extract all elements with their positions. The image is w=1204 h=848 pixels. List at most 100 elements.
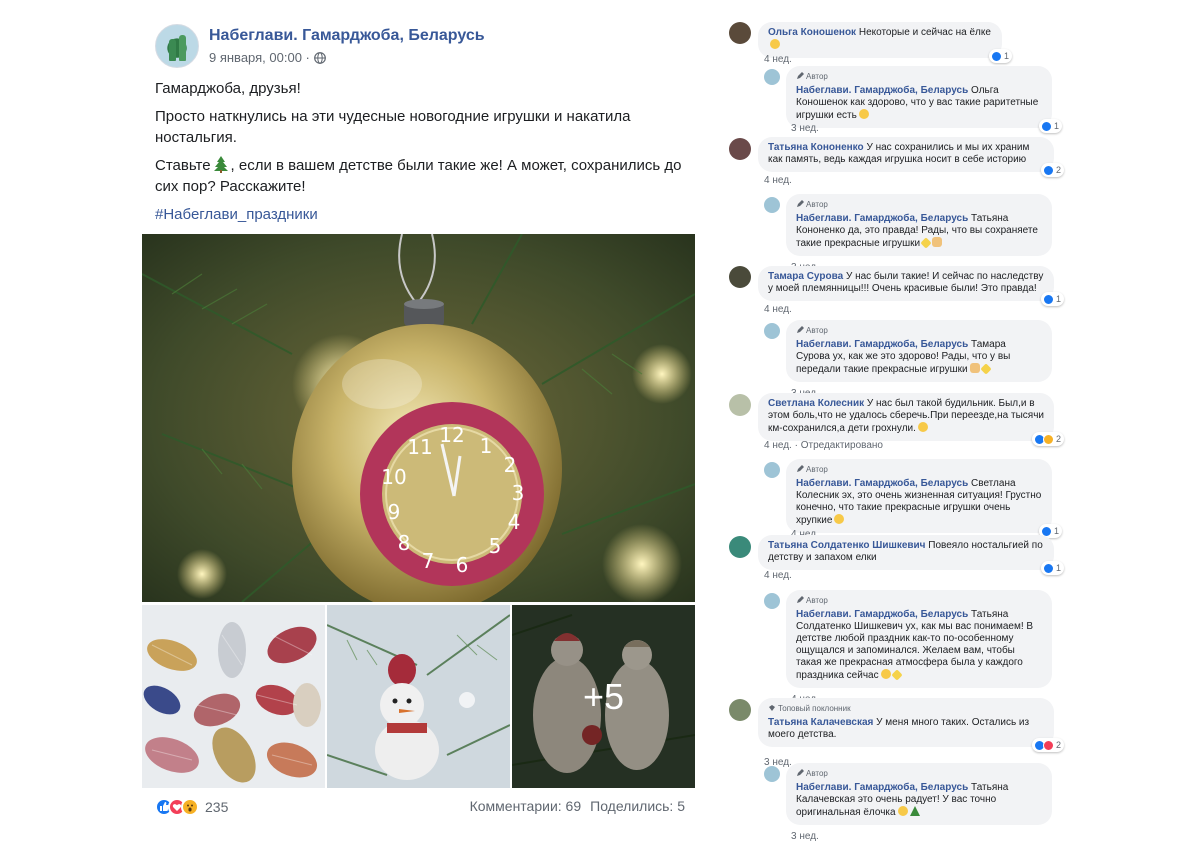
pen-icon (797, 769, 804, 776)
comment-reactions[interactable]: 2 (1040, 163, 1064, 177)
svg-text:12: 12 (439, 423, 464, 447)
comment-time[interactable]: 4 нед. (764, 570, 792, 581)
haha-icon (1042, 433, 1054, 445)
comment-time[interactable]: 3 нед. (791, 123, 819, 134)
commenter-avatar[interactable] (729, 536, 751, 558)
svg-text:2: 2 (504, 453, 517, 477)
more-photos-overlay[interactable]: +5 (512, 605, 695, 788)
top-fan-badge: Топовый поклонник (768, 703, 1044, 715)
smile-emoji-icon (880, 669, 891, 679)
like-icon (990, 50, 1002, 62)
comment-author[interactable]: Тамара Сурова (768, 271, 843, 282)
comment-time[interactable]: 3 нед. (791, 831, 819, 842)
commenter-avatar[interactable] (729, 266, 751, 288)
comment-reactions[interactable]: 2 (1031, 738, 1064, 752)
svg-text:9: 9 (388, 500, 401, 524)
photo-thumb-snowman[interactable] (327, 605, 510, 788)
reply-bubble: Автор Набеглави. Гамарджоба, Беларусь Св… (786, 459, 1062, 538)
sparkle-emoji-icon (979, 363, 992, 375)
commenter-avatar[interactable] (729, 394, 751, 416)
reply-bubble: Автор Набеглави. Гамарджоба, Беларусь Та… (786, 320, 1052, 382)
clock-ornament-photo: 12 12 345 678 91011 (142, 234, 695, 602)
comment-reactions[interactable]: 1 (1040, 292, 1064, 306)
wow-reaction-icon (181, 798, 199, 816)
comment-reactions[interactable]: 1 (1038, 119, 1062, 133)
page-avatar[interactable] (155, 24, 199, 68)
comment-text: Некоторые и сейчас на ёлке (858, 27, 991, 38)
comment-author[interactable]: Светлана Колесник (768, 398, 864, 409)
comment-author[interactable]: Татьяна Солдатенко Шишкевич (768, 540, 925, 551)
comment-bubble: Топовый поклонник Татьяна Калачевская У … (758, 698, 1064, 752)
comment-author[interactable]: Набеглави. Гамарджоба, Беларусь (796, 782, 968, 793)
clapping-emoji-icon (969, 363, 980, 373)
svg-text:10: 10 (381, 465, 406, 489)
love-icon (1042, 739, 1054, 751)
sad-emoji-icon (834, 514, 845, 524)
hashtag-link[interactable]: #Набеглави_праздники (155, 204, 682, 225)
svg-text:6: 6 (456, 553, 469, 577)
author-badge: Автор (796, 768, 1042, 780)
comment-time[interactable]: 4 нед. (764, 54, 792, 65)
page-avatar-small[interactable] (764, 69, 780, 85)
author-badge: Автор (796, 71, 1042, 83)
svg-text:4: 4 (508, 510, 521, 534)
comment-bubble: Тамара Сурова У нас были такие! И сейчас… (758, 266, 1064, 306)
photo-main[interactable]: 12 1 2 345 678 9 10 11 (142, 234, 695, 602)
post-footer: 235 Комментарии: 69 Поделились: 5 (155, 798, 685, 822)
comment-reactions[interactable]: 1 (1040, 561, 1064, 575)
comments-count-link[interactable]: Комментарии: 69 (470, 798, 582, 814)
pinecone-ornaments-photo (142, 605, 325, 788)
comment-author[interactable]: Набеглави. Гамарджоба, Беларусь (796, 85, 968, 96)
comment-reactions[interactable]: 1 (988, 49, 1012, 63)
comment-author[interactable]: Набеглави. Гамарджоба, Беларусь (796, 478, 968, 489)
comment-author[interactable]: Набеглави. Гамарджоба, Беларусь (796, 609, 968, 620)
reply-bubble: Автор Набеглави. Гамарджоба, Беларусь Та… (786, 194, 1052, 256)
page-avatar-small[interactable] (764, 766, 780, 782)
post-date[interactable]: 9 января, 00:00 · (209, 50, 310, 65)
svg-text:1: 1 (480, 434, 493, 458)
comment-time[interactable]: 4 нед. (764, 304, 792, 315)
comment-author[interactable]: Набеглави. Гамарджоба, Беларусь (796, 213, 968, 224)
post-header: Набеглави. Гамарджоба, Беларусь 9 января… (142, 18, 695, 74)
photo-thumb-more[interactable]: +5 (512, 605, 695, 788)
shares-count-link[interactable]: Поделились: 5 (590, 798, 685, 814)
page-avatar-small[interactable] (764, 197, 780, 213)
comment-author[interactable]: Татьяна Калачевская (768, 717, 873, 728)
heart-eyes-emoji-icon (858, 109, 869, 119)
page-avatar-small[interactable] (764, 462, 780, 478)
comment-time[interactable]: 4 нед. · Отредактировано (764, 440, 883, 451)
comment-reactions[interactable]: 2 (1031, 432, 1064, 446)
reactions-summary[interactable]: 235 (155, 798, 228, 816)
post-text: Гамарджоба, друзья! Просто наткнулись на… (142, 74, 695, 225)
page-avatar-small[interactable] (764, 323, 780, 339)
svg-text:7: 7 (422, 549, 435, 573)
commenter-avatar[interactable] (729, 22, 751, 44)
svg-text:5: 5 (489, 534, 502, 558)
comment-bubble: Светлана Колесник У нас был такой будиль… (758, 393, 1064, 446)
comment-author[interactable]: Набеглави. Гамарджоба, Беларусь (796, 339, 968, 350)
photo-thumb-pinecones[interactable] (142, 605, 325, 788)
comment-bubble: Ольга Коношенок Некоторые и сейчас на ёл… (758, 22, 1012, 63)
author-badge: Автор (796, 325, 1042, 337)
comment-time[interactable]: 4 нед. (764, 175, 792, 186)
post: Набеглави. Гамарджоба, Беларусь 9 января… (142, 18, 695, 816)
photo-thumbnails: +5 (142, 605, 695, 788)
comment-author[interactable]: Татьяна Кононенко (768, 142, 864, 153)
pen-icon (797, 200, 804, 207)
page-avatar-small[interactable] (764, 593, 780, 609)
page-name-link[interactable]: Набеглави. Гамарджоба, Беларусь (209, 27, 485, 45)
christmas-tree-icon (213, 156, 228, 173)
post-paragraph: Гамарджоба, друзья! (155, 80, 301, 97)
globe-icon (313, 51, 326, 64)
reaction-count: 235 (205, 799, 229, 815)
author-badge: Автор (796, 199, 1042, 211)
svg-text:3: 3 (512, 481, 525, 505)
like-icon (1042, 293, 1054, 305)
pen-icon (797, 326, 804, 333)
comment-author[interactable]: Ольга Коношенок (768, 27, 856, 38)
commenter-avatar[interactable] (729, 138, 751, 160)
sparkle-emoji-icon (890, 669, 903, 681)
commenter-avatar[interactable] (729, 699, 751, 721)
like-icon (1040, 120, 1052, 132)
reply-bubble: Автор Набеглави. Гамарджоба, Беларусь Та… (786, 590, 1052, 688)
